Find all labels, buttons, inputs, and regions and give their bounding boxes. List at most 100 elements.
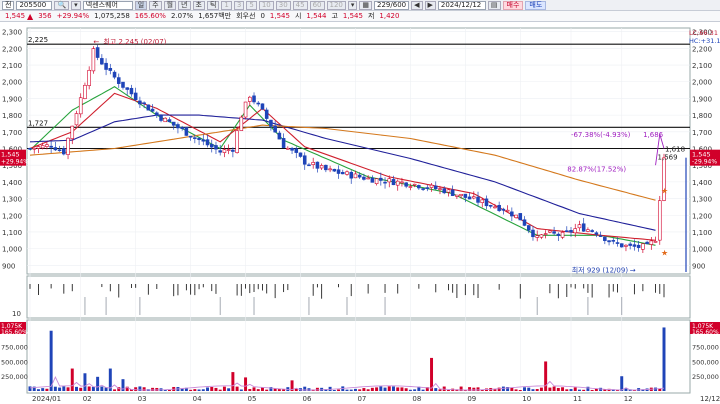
candle — [231, 149, 235, 152]
period-4[interactable]: 초 — [192, 0, 205, 10]
candle — [374, 178, 379, 185]
period-1[interactable]: 주 — [149, 0, 162, 10]
candle — [222, 149, 227, 153]
candle — [125, 87, 129, 90]
volume-bar — [189, 389, 193, 391]
minute-dropdown-icon[interactable]: ▾ — [347, 0, 358, 10]
volume-bar — [523, 387, 526, 391]
grid-icon[interactable]: ▦ — [359, 0, 373, 10]
date-tick: 09 — [467, 395, 476, 403]
candle — [624, 244, 628, 247]
volume-bar — [58, 387, 62, 391]
candle — [598, 235, 603, 237]
calendar-icon[interactable]: ▤ — [487, 0, 501, 10]
period-10[interactable]: 30 — [275, 0, 291, 10]
candle — [87, 69, 91, 86]
price-tick-right: 1,400 — [692, 179, 712, 187]
candle — [438, 188, 442, 190]
candle — [188, 135, 193, 138]
stock-code-input[interactable]: 205500 — [16, 0, 53, 10]
period-8[interactable]: 5 — [246, 0, 257, 10]
period-7[interactable]: 3 — [233, 0, 245, 10]
candle — [205, 139, 210, 146]
volume-bar — [244, 377, 248, 391]
volume-bar — [527, 387, 531, 391]
candle — [383, 181, 387, 184]
period-11[interactable]: 45 — [292, 0, 308, 10]
volume-value: 1,075,258 — [94, 12, 130, 20]
volume-bar — [248, 389, 252, 391]
candle — [36, 146, 41, 149]
candle — [260, 103, 265, 110]
market-select[interactable]: 전 — [2, 0, 15, 10]
candle — [340, 171, 345, 175]
candle — [395, 180, 400, 186]
volume-bar — [62, 386, 66, 391]
volume-bar — [96, 376, 100, 391]
period-6[interactable]: 1 — [221, 0, 232, 10]
volume-bar — [193, 389, 197, 391]
next-icon[interactable]: ▶ — [424, 0, 436, 10]
candle — [66, 137, 70, 155]
stock-chart[interactable]: 2,2251,727 10 2,300 2,3002,200 2,2002,100 2… — [0, 22, 720, 404]
ticker-history-icon[interactable]: ▾ — [71, 0, 81, 10]
candle — [497, 204, 501, 211]
volume-bar — [392, 386, 395, 391]
date-tick: 12 — [624, 395, 633, 403]
period-12[interactable]: 60 — [309, 0, 325, 10]
data-count[interactable]: 229/600 — [374, 0, 410, 10]
candle — [319, 165, 324, 169]
candle — [548, 230, 552, 233]
period-13[interactable]: 120 — [326, 0, 346, 10]
candle — [201, 139, 206, 142]
price-tick-right: 1,700 — [692, 129, 712, 137]
volume-bar — [396, 387, 400, 391]
candle — [315, 161, 320, 169]
volume-bar — [337, 389, 341, 391]
volume-bar — [662, 327, 666, 391]
candle — [256, 102, 261, 105]
high-value: 1,545 — [342, 12, 363, 20]
volume-bar — [446, 390, 450, 391]
volume-bar — [400, 387, 404, 391]
volume-bar — [573, 387, 577, 391]
candle — [556, 233, 561, 236]
volume-bar — [510, 387, 514, 391]
period-9[interactable]: 10 — [258, 0, 274, 10]
period-2[interactable]: 월 — [163, 0, 177, 10]
indicator-axis-label: 10 — [12, 310, 21, 318]
volume-bar — [594, 388, 598, 391]
open-label: 시 — [294, 12, 302, 20]
volume-bar — [539, 387, 543, 391]
candle — [514, 214, 518, 218]
volume-bar — [358, 389, 362, 391]
date-tick: 05 — [248, 395, 257, 403]
volume-bar — [100, 386, 104, 391]
price-tick-right: 2,000 — [692, 79, 712, 87]
candle — [615, 242, 620, 244]
period-3[interactable]: 년 — [178, 0, 191, 10]
candle — [218, 150, 222, 153]
right-label: LC:66.31 — [689, 29, 718, 37]
volume-bar — [49, 330, 53, 391]
candle — [429, 184, 434, 188]
chart-annotation: 최고 2,245 (02/07) — [103, 37, 166, 46]
sell-button[interactable]: 매도 — [525, 0, 547, 10]
level-label: 2,225 — [28, 36, 48, 44]
candle — [649, 240, 654, 245]
candle — [197, 137, 201, 141]
candle — [488, 205, 493, 207]
candle — [366, 177, 370, 180]
prev-icon[interactable]: ◀ — [411, 0, 423, 10]
candle — [560, 231, 565, 238]
price-tick-left: 1,900 — [2, 95, 22, 103]
buy-button[interactable]: 매수 — [502, 0, 524, 10]
left-price-pct: +29.94% — [1, 159, 29, 166]
price-tick-right: 2,100 — [692, 62, 712, 70]
date-input[interactable]: 2024/12/12 — [437, 0, 486, 10]
candle — [45, 144, 49, 147]
search-icon[interactable]: 🔍 — [54, 0, 70, 10]
candle — [264, 109, 269, 119]
period-5[interactable]: 틱 — [206, 0, 220, 10]
period-0[interactable]: 일 — [134, 0, 148, 10]
